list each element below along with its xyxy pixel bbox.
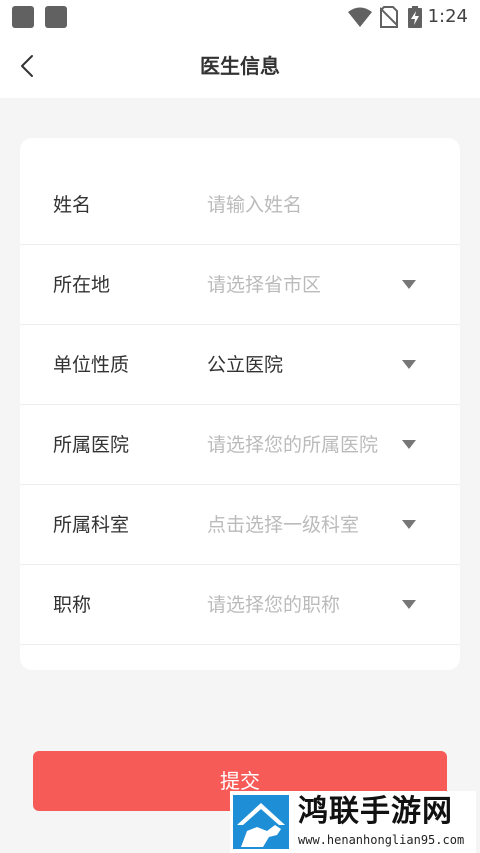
location-label: 所在地 xyxy=(53,274,111,296)
caret-down-icon xyxy=(402,440,416,449)
unit-type-label: 单位性质 xyxy=(53,354,130,376)
hospital-label: 所属医院 xyxy=(53,434,130,456)
form-row-hospital[interactable]: 所属医院 请选择您的所属医院 xyxy=(20,405,460,485)
department-select[interactable]: 点击选择一级科室 xyxy=(207,485,359,565)
page-title: 医生信息 xyxy=(200,54,280,78)
form-row-department[interactable]: 所属科室 点击选择一级科室 xyxy=(20,485,460,565)
name-input[interactable] xyxy=(207,185,437,225)
back-button[interactable] xyxy=(10,48,44,84)
unit-type-select[interactable]: 公立医院 xyxy=(207,325,283,405)
form-row-name[interactable]: 姓名 xyxy=(20,165,460,245)
department-label: 所属科室 xyxy=(53,514,130,536)
status-bar: 1:24 xyxy=(0,0,480,34)
caret-down-icon xyxy=(402,600,416,609)
doctor-info-form: 姓名 所在地 请选择省市区 单位性质 公立医院 所属医院 请选择您的所属医院 所… xyxy=(20,138,460,670)
caret-down-icon xyxy=(402,280,416,289)
location-select[interactable]: 请选择省市区 xyxy=(207,245,321,325)
nav-bar: 医生信息 xyxy=(0,34,480,98)
watermark: 鸿联手游网 www.henanhonglian95.com xyxy=(230,791,476,853)
status-time: 1:24 xyxy=(427,6,468,27)
title-label: 职称 xyxy=(53,594,92,616)
notification-square-icon xyxy=(45,6,67,28)
battery-charging-icon xyxy=(408,6,422,28)
house-bird-logo-icon xyxy=(233,795,289,849)
no-sim-icon xyxy=(380,6,398,28)
form-row-location[interactable]: 所在地 请选择省市区 xyxy=(20,245,460,325)
name-label: 姓名 xyxy=(53,194,92,216)
chevron-left-icon xyxy=(21,55,33,77)
hospital-select[interactable]: 请选择您的所属医院 xyxy=(207,405,378,485)
form-row-unit-type[interactable]: 单位性质 公立医院 xyxy=(20,325,460,405)
notification-square-icon xyxy=(12,6,34,28)
watermark-name: 鸿联手游网 xyxy=(298,794,453,829)
caret-down-icon xyxy=(402,360,416,369)
watermark-url: www.henanhonglian95.com xyxy=(298,833,465,847)
wifi-icon xyxy=(348,7,372,27)
title-select[interactable]: 请选择您的职称 xyxy=(207,565,340,645)
form-row-title[interactable]: 职称 请选择您的职称 xyxy=(20,565,460,645)
caret-down-icon xyxy=(402,520,416,529)
